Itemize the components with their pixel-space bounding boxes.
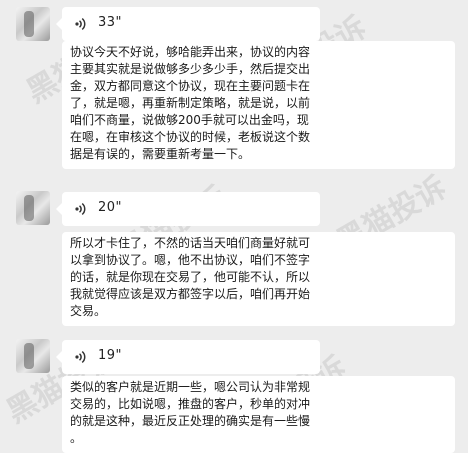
transcript-line: 类似的客户就是近期一些，嗯公司认为非常规 xyxy=(70,380,311,394)
transcript-line: 金，双方都同意这个协议，现在主要问题卡在 xyxy=(70,79,311,93)
voice-transcript: 类似的客户就是近期一些，嗯公司认为非常规 交易的，比如说嗯，推盘的客户，秒单的对… xyxy=(62,376,455,453)
voice-duration: 20" xyxy=(98,200,123,215)
transcript-line: 。 xyxy=(70,431,83,445)
transcript-line: 咱们不商量，说做够200手就可以出金吗，现 xyxy=(70,113,309,127)
voice-bubble[interactable]: 33" xyxy=(56,7,320,41)
avatar[interactable] xyxy=(16,7,50,41)
transcript-line: 以拿到协议了。嗯，他不出协议，咱们不签字 xyxy=(70,253,311,267)
transcript-line: 了，就是嗯，再重新制定策略，就是说，以前 xyxy=(70,96,311,110)
transcript-line: 的就是这种，最近反正处理的确实是有一些慢 xyxy=(70,414,311,428)
voice-duration: 33" xyxy=(98,15,123,30)
voice-duration: 19" xyxy=(98,348,123,363)
voice-icon xyxy=(75,18,86,30)
voice-bubble[interactable]: 20" xyxy=(56,192,320,226)
voice-bubble[interactable]: 19" xyxy=(56,340,320,374)
transcript-line: 据是有误的，需要重新考量一下。 xyxy=(70,147,251,161)
transcript-line: 主要其实就是说做够多少多少手，然后提交出 xyxy=(70,62,311,76)
transcript-line: 的话，就是你现在交易了，他可能不认，所以 xyxy=(70,270,311,284)
voice-transcript: 协议今天不好说，够哈能弄出来，协议的内容 主要其实就是说做够多少多少手，然后提交… xyxy=(62,41,455,169)
voice-icon xyxy=(75,351,86,363)
transcript-line: 协议今天不好说，够哈能弄出来，协议的内容 xyxy=(70,45,311,59)
transcript-line: 交易。 xyxy=(70,304,107,318)
transcript-line: 交易的，比如说嗯，推盘的客户，秒单的对冲 xyxy=(70,397,311,411)
avatar[interactable] xyxy=(16,339,50,373)
transcript-line: 我就觉得应该是双方都签字以后，咱们再开始 xyxy=(70,287,311,301)
transcript-line: 在嗯，在审核这个协议的时候，老板说这个数 xyxy=(70,130,311,144)
voice-icon xyxy=(75,203,86,215)
transcript-line: 所以才卡住了，不然的话当天咱们商量好就可 xyxy=(70,236,311,250)
voice-transcript: 所以才卡住了，不然的话当天咱们商量好就可 以拿到协议了。嗯，他不出协议，咱们不签… xyxy=(62,232,455,326)
avatar[interactable] xyxy=(16,191,50,225)
